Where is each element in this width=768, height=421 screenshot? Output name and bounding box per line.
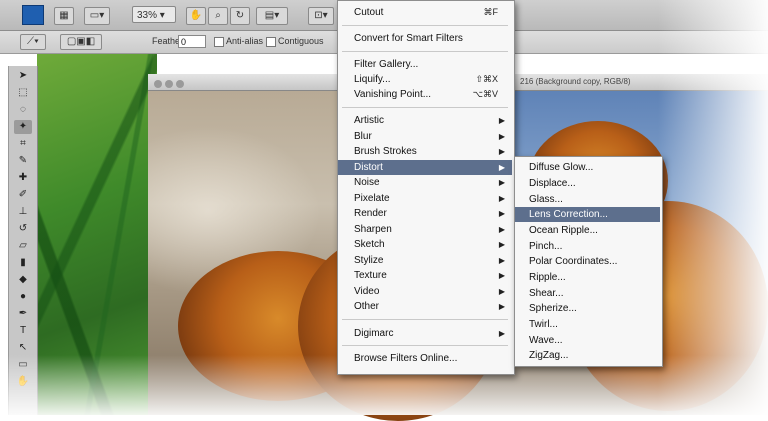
submenu-item-wave[interactable]: Wave... (515, 333, 660, 348)
distort-submenu: Diffuse Glow... Displace... Glass... Len… (514, 156, 663, 367)
menu-item-blur[interactable]: Blur ▶ (338, 129, 512, 144)
tool-preset-picker[interactable]: ⟋▾ (20, 34, 46, 50)
eraser-tool-icon[interactable]: ▱ (14, 239, 32, 253)
document-title: 216 (Background copy, RGB/8) (520, 77, 631, 86)
type-tool-icon[interactable]: T (14, 324, 32, 338)
dodge-tool-icon[interactable]: ● (14, 290, 32, 304)
photoshop-logo-icon (22, 5, 44, 25)
submenu-item-shear[interactable]: Shear... (515, 286, 660, 301)
zoom-select[interactable]: 33% ▾ (132, 6, 176, 23)
eyedropper-tool-icon[interactable]: ✎ (14, 154, 32, 168)
submenu-item-polar-coordinates[interactable]: Polar Coordinates... (515, 254, 660, 269)
submenu-item-displace[interactable]: Displace... (515, 176, 660, 191)
submenu-item-zigzag[interactable]: ZigZag... (515, 348, 660, 363)
crop-tool-icon[interactable]: ⌗ (14, 137, 32, 151)
vignette-right (658, 0, 768, 415)
submenu-item-glass[interactable]: Glass... (515, 192, 660, 207)
clone-stamp-tool-icon[interactable]: ⊥ (14, 205, 32, 219)
submenu-item-ocean-ripple[interactable]: Ocean Ripple... (515, 223, 660, 238)
submenu-item-lens-correction[interactable]: Lens Correction... (515, 207, 660, 222)
menu-item-vanishing-point[interactable]: Vanishing Point... ⌥⌘V (338, 87, 512, 102)
submenu-item-spherize[interactable]: Spherize... (515, 301, 660, 316)
hand-tool-icon[interactable]: ✋ (186, 7, 206, 25)
pen-tool-icon[interactable]: ✒ (14, 307, 32, 321)
rotate-view-icon[interactable]: ↻ (230, 7, 250, 25)
anti-alias-checkbox[interactable] (214, 37, 224, 47)
selection-mode-icons[interactable]: ▢▣◧ (60, 34, 102, 50)
menu-item-convert-smart-filters[interactable]: Convert for Smart Filters (338, 31, 512, 46)
history-brush-tool-icon[interactable]: ↺ (14, 222, 32, 236)
gradient-tool-icon[interactable]: ▮ (14, 256, 32, 270)
menu-item-render[interactable]: Render ▶ (338, 206, 512, 221)
menu-item-stylize[interactable]: Stylize ▶ (338, 253, 512, 268)
menu-item-brush-strokes[interactable]: Brush Strokes ▶ (338, 144, 512, 159)
submenu-item-ripple[interactable]: Ripple... (515, 270, 660, 285)
menu-item-sketch[interactable]: Sketch ▶ (338, 237, 512, 252)
menu-item-pixelate[interactable]: Pixelate ▶ (338, 191, 512, 206)
menu-item-last-filter[interactable]: Cutout ⌘F (338, 5, 512, 20)
anti-alias-label: Anti-alias (226, 36, 264, 46)
view-extras-icon[interactable]: ▭▾ (84, 7, 110, 25)
marquee-tool-icon[interactable]: ⬚ (14, 86, 32, 100)
menu-item-artistic[interactable]: Artistic ▶ (338, 113, 512, 128)
contiguous-label: Contiguous (278, 36, 324, 46)
zoom-tool-icon[interactable]: ⌕ (208, 7, 228, 25)
menu-item-filter-gallery[interactable]: Filter Gallery... (338, 57, 512, 72)
menu-item-noise[interactable]: Noise ▶ (338, 175, 512, 190)
path-selection-tool-icon[interactable]: ↖ (14, 341, 32, 355)
menu-item-video[interactable]: Video ▶ (338, 284, 512, 299)
brush-tool-icon[interactable]: ✐ (14, 188, 32, 202)
submenu-item-pinch[interactable]: Pinch... (515, 239, 660, 254)
contiguous-checkbox[interactable] (266, 37, 276, 47)
magic-wand-tool-icon[interactable]: ✦ (14, 120, 32, 134)
menu-item-distort[interactable]: Distort ▶ (338, 160, 512, 175)
bridge-icon[interactable]: ▦ (54, 7, 74, 25)
lasso-tool-icon[interactable]: ◌ (14, 103, 32, 117)
submenu-item-diffuse-glow[interactable]: Diffuse Glow... (515, 160, 660, 175)
menu-item-texture[interactable]: Texture ▶ (338, 268, 512, 283)
arrange-documents-icon[interactable]: ▤▾ (256, 7, 288, 25)
submenu-item-twirl[interactable]: Twirl... (515, 317, 660, 332)
feather-input[interactable]: 0 (178, 35, 206, 48)
menu-item-other[interactable]: Other ▶ (338, 299, 512, 314)
menu-item-digimarc[interactable]: Digimarc ▶ (338, 326, 512, 341)
healing-brush-tool-icon[interactable]: ✚ (14, 171, 32, 185)
screen-mode-icon[interactable]: ⊡▾ (308, 7, 334, 25)
menu-item-liquify[interactable]: Liquify... ⇧⌘X (338, 72, 512, 87)
move-tool-icon[interactable]: ➤ (14, 69, 32, 83)
menu-item-sharpen[interactable]: Sharpen ▶ (338, 222, 512, 237)
blur-tool-icon[interactable]: ◆ (14, 273, 32, 287)
menu-item-browse-filters-online[interactable]: Browse Filters Online... (338, 351, 512, 366)
filter-menu: Cutout ⌘F Convert for Smart Filters Filte… (337, 0, 515, 375)
